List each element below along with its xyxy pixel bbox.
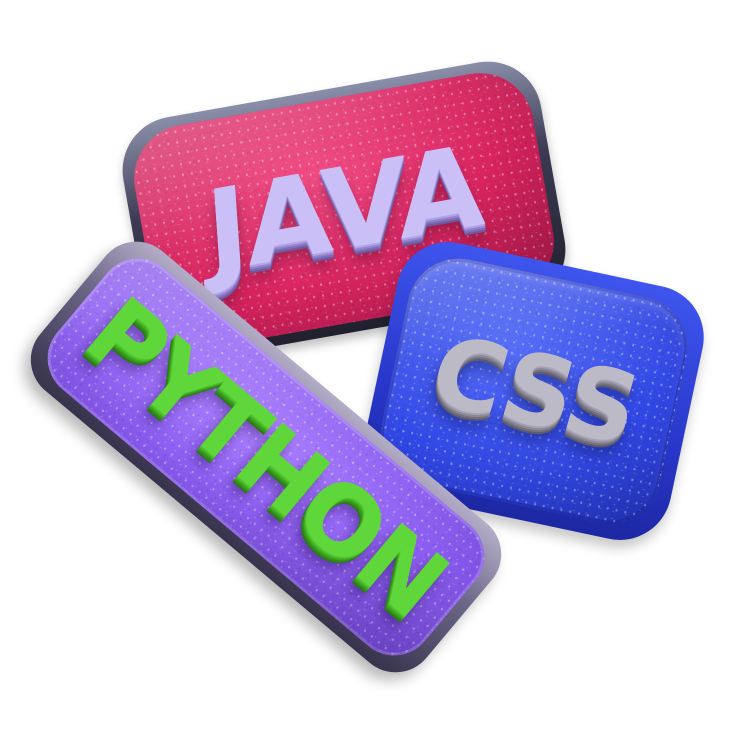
illustration-canvas: JAVA CSS PYTHON	[0, 0, 736, 736]
